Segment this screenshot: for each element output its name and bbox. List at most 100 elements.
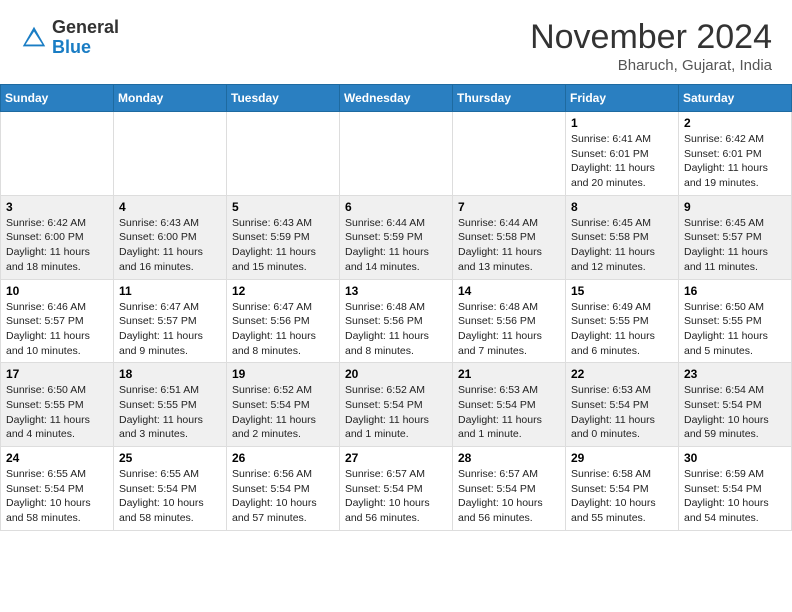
weekday-header-thursday: Thursday	[453, 85, 566, 112]
day-number: 9	[684, 200, 786, 214]
calendar-table: SundayMondayTuesdayWednesdayThursdayFrid…	[0, 84, 792, 531]
day-number: 12	[232, 284, 334, 298]
calendar-day-cell: 2Sunrise: 6:42 AM Sunset: 6:01 PM Daylig…	[679, 112, 792, 196]
calendar-day-cell: 27 Sunrise: 6:57 AM Sunset: 5:54 PM Dayli…	[340, 447, 453, 531]
day-info: Sunrise: 6:48 AM Sunset: 5:56 PM Dayligh…	[458, 300, 560, 359]
calendar-day-cell: 13Sunrise: 6:48 AM Sunset: 5:56 PM Dayli…	[340, 279, 453, 363]
calendar-day-cell: 12 Sunrise: 6:47 AM Sunset: 5:56 PM Dayli…	[227, 279, 340, 363]
day-number: 25	[119, 451, 221, 465]
day-info: Sunrise: 6:43 AM Sunset: 5:59 PM Dayligh…	[232, 216, 334, 275]
calendar-day-cell: 6 Sunrise: 6:44 AM Sunset: 5:59 PM Daylig…	[340, 195, 453, 279]
day-number: 27	[345, 451, 447, 465]
calendar-day-cell: 21Sunrise: 6:53 AM Sunset: 5:54 PM Dayli…	[453, 363, 566, 447]
day-info: Sunrise: 6:51 AM Sunset: 5:55 PM Dayligh…	[119, 383, 221, 442]
calendar-day-cell: 8 Sunrise: 6:45 AM Sunset: 5:58 PM Daylig…	[566, 195, 679, 279]
day-number: 6	[345, 200, 447, 214]
day-info: Sunrise: 6:45 AM Sunset: 5:58 PM Dayligh…	[571, 216, 673, 275]
day-number: 29	[571, 451, 673, 465]
day-number: 24	[6, 451, 108, 465]
day-info: Sunrise: 6:47 AM Sunset: 5:56 PM Dayligh…	[232, 300, 334, 359]
day-info: Sunrise: 6:59 AM Sunset: 5:54 PM Dayligh…	[684, 467, 786, 526]
calendar-day-cell: 3 Sunrise: 6:42 AM Sunset: 6:00 PM Daylig…	[1, 195, 114, 279]
calendar-day-cell: 16 Sunrise: 6:50 AM Sunset: 5:55 PM Dayli…	[679, 279, 792, 363]
calendar-day-cell	[227, 112, 340, 196]
logo-general-text: General	[52, 17, 119, 37]
day-number: 7	[458, 200, 560, 214]
page-header: General Blue November 2024 Bharuch, Guja…	[0, 0, 792, 84]
calendar-day-cell: 24 Sunrise: 6:55 AM Sunset: 5:54 PM Dayli…	[1, 447, 114, 531]
day-info: Sunrise: 6:47 AM Sunset: 5:57 PM Dayligh…	[119, 300, 221, 359]
day-info: Sunrise: 6:54 AM Sunset: 5:54 PM Dayligh…	[684, 383, 786, 442]
day-number: 15	[571, 284, 673, 298]
day-number: 19	[232, 367, 334, 381]
day-info: Sunrise: 6:53 AM Sunset: 5:54 PM Dayligh…	[571, 383, 673, 442]
day-info: Sunrise: 6:49 AM Sunset: 5:55 PM Dayligh…	[571, 300, 673, 359]
day-info: Sunrise: 6:52 AM Sunset: 5:54 PM Dayligh…	[232, 383, 334, 442]
day-number: 14	[458, 284, 560, 298]
day-info: Sunrise: 6:50 AM Sunset: 5:55 PM Dayligh…	[6, 383, 108, 442]
calendar-day-cell: 29 Sunrise: 6:58 AM Sunset: 5:54 PM Dayli…	[566, 447, 679, 531]
day-info: Sunrise: 6:50 AM Sunset: 5:55 PM Dayligh…	[684, 300, 786, 359]
calendar-week-row: 24 Sunrise: 6:55 AM Sunset: 5:54 PM Dayli…	[1, 447, 792, 531]
calendar-day-cell: 19 Sunrise: 6:52 AM Sunset: 5:54 PM Dayli…	[227, 363, 340, 447]
day-info: Sunrise: 6:44 AM Sunset: 5:59 PM Dayligh…	[345, 216, 447, 275]
day-number: 23	[684, 367, 786, 381]
calendar-week-row: 17 Sunrise: 6:50 AM Sunset: 5:55 PM Dayli…	[1, 363, 792, 447]
day-info: Sunrise: 6:46 AM Sunset: 5:57 PM Dayligh…	[6, 300, 108, 359]
day-number: 30	[684, 451, 786, 465]
weekday-header-sunday: Sunday	[1, 85, 114, 112]
day-info: Sunrise: 6:42 AM Sunset: 6:00 PM Dayligh…	[6, 216, 108, 275]
calendar-day-cell	[340, 112, 453, 196]
calendar-day-cell: 1 Sunrise: 6:41 AM Sunset: 6:01 PM Daylig…	[566, 112, 679, 196]
logo-icon	[20, 24, 48, 52]
location-text: Bharuch, Gujarat, India	[530, 57, 772, 74]
calendar-day-cell: 22 Sunrise: 6:53 AM Sunset: 5:54 PM Dayli…	[566, 363, 679, 447]
day-number: 1	[571, 116, 673, 130]
calendar-day-cell	[114, 112, 227, 196]
calendar-day-cell: 9 Sunrise: 6:45 AM Sunset: 5:57 PM Daylig…	[679, 195, 792, 279]
title-block: November 2024 Bharuch, Gujarat, India	[530, 18, 772, 74]
day-info: Sunrise: 6:53 AM Sunset: 5:54 PM Dayligh…	[458, 383, 560, 442]
weekday-header-row: SundayMondayTuesdayWednesdayThursdayFrid…	[1, 85, 792, 112]
day-info: Sunrise: 6:56 AM Sunset: 5:54 PM Dayligh…	[232, 467, 334, 526]
day-info: Sunrise: 6:55 AM Sunset: 5:54 PM Dayligh…	[119, 467, 221, 526]
day-number: 8	[571, 200, 673, 214]
day-info: Sunrise: 6:45 AM Sunset: 5:57 PM Dayligh…	[684, 216, 786, 275]
weekday-header-saturday: Saturday	[679, 85, 792, 112]
calendar-day-cell: 23 Sunrise: 6:54 AM Sunset: 5:54 PM Dayli…	[679, 363, 792, 447]
day-number: 20	[345, 367, 447, 381]
logo: General Blue	[20, 18, 119, 58]
calendar-day-cell: 11 Sunrise: 6:47 AM Sunset: 5:57 PM Dayli…	[114, 279, 227, 363]
calendar-day-cell: 10Sunrise: 6:46 AM Sunset: 5:57 PM Dayli…	[1, 279, 114, 363]
calendar-week-row: 1 Sunrise: 6:41 AM Sunset: 6:01 PM Daylig…	[1, 112, 792, 196]
day-number: 17	[6, 367, 108, 381]
calendar-day-cell	[453, 112, 566, 196]
day-number: 26	[232, 451, 334, 465]
day-info: Sunrise: 6:55 AM Sunset: 5:54 PM Dayligh…	[6, 467, 108, 526]
calendar-day-cell: 18 Sunrise: 6:51 AM Sunset: 5:55 PM Dayli…	[114, 363, 227, 447]
weekday-header-monday: Monday	[114, 85, 227, 112]
day-number: 18	[119, 367, 221, 381]
calendar-day-cell: 25 Sunrise: 6:55 AM Sunset: 5:54 PM Dayli…	[114, 447, 227, 531]
day-info: Sunrise: 6:52 AM Sunset: 5:54 PM Dayligh…	[345, 383, 447, 442]
weekday-header-friday: Friday	[566, 85, 679, 112]
day-number: 16	[684, 284, 786, 298]
day-number: 4	[119, 200, 221, 214]
calendar-day-cell: 5Sunrise: 6:43 AM Sunset: 5:59 PM Daylig…	[227, 195, 340, 279]
calendar-week-row: 10Sunrise: 6:46 AM Sunset: 5:57 PM Dayli…	[1, 279, 792, 363]
calendar-day-cell: 7 Sunrise: 6:44 AM Sunset: 5:58 PM Daylig…	[453, 195, 566, 279]
day-number: 22	[571, 367, 673, 381]
calendar-day-cell: 4Sunrise: 6:43 AM Sunset: 6:00 PM Daylig…	[114, 195, 227, 279]
day-info: Sunrise: 6:48 AM Sunset: 5:56 PM Dayligh…	[345, 300, 447, 359]
day-info: Sunrise: 6:58 AM Sunset: 5:54 PM Dayligh…	[571, 467, 673, 526]
calendar-day-cell: 28Sunrise: 6:57 AM Sunset: 5:54 PM Dayli…	[453, 447, 566, 531]
day-info: Sunrise: 6:44 AM Sunset: 5:58 PM Dayligh…	[458, 216, 560, 275]
day-info: Sunrise: 6:57 AM Sunset: 5:54 PM Dayligh…	[345, 467, 447, 526]
day-number: 11	[119, 284, 221, 298]
calendar-day-cell: 15 Sunrise: 6:49 AM Sunset: 5:55 PM Dayli…	[566, 279, 679, 363]
calendar-day-cell: 14 Sunrise: 6:48 AM Sunset: 5:56 PM Dayli…	[453, 279, 566, 363]
day-number: 28	[458, 451, 560, 465]
month-title: November 2024	[530, 18, 772, 57]
day-info: Sunrise: 6:41 AM Sunset: 6:01 PM Dayligh…	[571, 132, 673, 191]
day-number: 3	[6, 200, 108, 214]
